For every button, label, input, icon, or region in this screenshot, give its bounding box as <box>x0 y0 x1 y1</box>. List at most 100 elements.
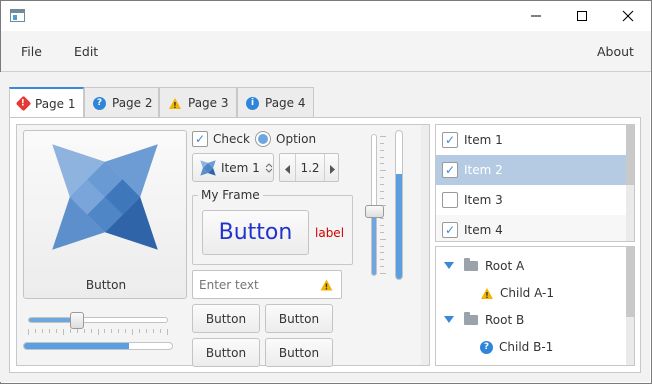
checkbox-mark: ✓ <box>192 131 208 147</box>
slider-tick <box>42 329 43 333</box>
slider-thumb[interactable] <box>70 312 84 329</box>
vslider-tick <box>380 163 384 164</box>
close-button[interactable] <box>605 1 651 31</box>
vslider-tick <box>380 218 384 219</box>
vslider-tick <box>380 266 384 267</box>
slider-tick <box>132 329 133 335</box>
vslider-tick <box>380 273 386 274</box>
vslider-tick <box>380 143 384 144</box>
option-label: Option <box>276 132 317 146</box>
list-item[interactable]: ✓ Item 4 <box>436 215 626 241</box>
check-label: Check <box>213 132 250 146</box>
tree-node-root-b[interactable]: Root B <box>444 307 524 333</box>
vslider-tick <box>380 225 384 226</box>
slider-tick <box>167 329 168 335</box>
stepper-increment[interactable] <box>330 163 336 177</box>
svg-text:!: ! <box>173 101 177 110</box>
number-stepper[interactable]: 1.2 <box>279 153 339 182</box>
vslider-tick <box>380 259 384 260</box>
text-input-field[interactable] <box>199 276 309 294</box>
slider-tick <box>49 329 50 333</box>
vertical-progress <box>395 130 403 280</box>
option-radio[interactable]: Option <box>255 130 316 148</box>
horizontal-slider[interactable] <box>28 312 168 337</box>
tab-page-4[interactable]: i Page 4 <box>237 87 314 118</box>
checkbox-mark[interactable]: ✓ <box>442 222 458 238</box>
vslider-tick <box>380 136 386 137</box>
vslider-tick <box>380 150 384 151</box>
slider-tick <box>153 329 154 333</box>
checkbox-list: ✓ Item 1 ✓ Item 2 Item 3 ✓ Item 4 <box>435 124 635 242</box>
tab-page-2[interactable]: ? Page 2 <box>84 87 159 118</box>
vslider-tick <box>380 157 384 158</box>
chevron-right-icon <box>330 165 335 174</box>
image-button-label: Button <box>85 278 127 292</box>
tab-page-1[interactable]: ! Page 1 <box>9 87 84 118</box>
minimize-button[interactable] <box>513 1 559 31</box>
progress-fill <box>24 343 129 349</box>
frame-title: My Frame <box>198 188 263 202</box>
vslider-tick <box>380 177 384 178</box>
maximize-button[interactable] <box>559 1 605 31</box>
list-scroll-thumb[interactable] <box>626 125 634 185</box>
list-item[interactable]: ✓ Item 2 <box>436 155 626 185</box>
tree-node-label: Child B-1 <box>499 340 554 354</box>
progress-bar <box>23 342 173 350</box>
tree-node-root-a[interactable]: Root A <box>444 253 524 279</box>
slider-tick <box>35 329 36 333</box>
checkbox-mark[interactable] <box>442 192 458 208</box>
frame-button-label: Button <box>218 220 293 245</box>
slider-tick <box>146 329 147 333</box>
chevron-updown-icon <box>265 162 273 173</box>
slider-tick <box>56 329 57 333</box>
grid-button-label: Button <box>205 345 247 360</box>
grid-button-4[interactable]: Button <box>265 338 333 367</box>
grid-button-2[interactable]: Button <box>265 304 333 333</box>
checkbox-mark[interactable]: ✓ <box>442 132 458 148</box>
dropdown-value: Item 1 <box>221 160 260 175</box>
vertical-slider[interactable] <box>365 134 388 276</box>
tab-label: Page 3 <box>188 96 229 110</box>
warning-icon: ! <box>481 287 493 300</box>
menu-edit[interactable]: Edit <box>74 44 98 59</box>
chevron-left-icon <box>285 165 290 174</box>
tree-scroll-thumb[interactable] <box>626 247 634 317</box>
widgets-pane-scrollbar[interactable] <box>421 125 429 365</box>
question-icon: ? <box>93 96 106 110</box>
text-input[interactable]: ! <box>192 270 342 299</box>
stepper-value[interactable]: 1.2 <box>296 161 324 175</box>
slider-tick <box>111 329 112 333</box>
checkbox-mark[interactable]: ✓ <box>442 162 458 178</box>
grid-button-3[interactable]: Button <box>192 338 260 367</box>
list-item[interactable]: Item 3 <box>436 185 626 215</box>
tree-node-label: Child A-1 <box>500 286 554 300</box>
info-icon: i <box>246 96 259 110</box>
tab-label: Page 2 <box>112 96 153 110</box>
slider-tick <box>125 329 126 333</box>
menu-about[interactable]: About <box>597 44 634 59</box>
error-icon: ! <box>15 95 32 112</box>
tree-node-child-a-1[interactable]: ! Child A-1 <box>480 280 554 306</box>
tab-page-3[interactable]: ! Page 3 <box>159 87 237 118</box>
slider-tick <box>70 329 71 333</box>
list-item-label: Item 1 <box>464 133 503 147</box>
item-dropdown[interactable]: Item 1 <box>192 153 274 182</box>
stepper-decrement[interactable] <box>285 163 291 177</box>
list-scrollbar[interactable] <box>626 125 634 241</box>
maximize-icon <box>577 11 587 21</box>
app-window-icon <box>10 9 25 22</box>
frame-big-button[interactable]: Button <box>202 210 309 255</box>
tree-node-child-b-1[interactable]: ? Child B-1 <box>480 334 553 360</box>
check-box[interactable]: ✓ Check <box>192 130 250 148</box>
grid-button-1[interactable]: Button <box>192 304 260 333</box>
close-icon <box>622 10 634 22</box>
image-button[interactable]: Button <box>23 130 187 299</box>
vslider-thumb[interactable] <box>365 205 384 218</box>
list-item[interactable]: ✓ Item 1 <box>436 125 626 155</box>
menu-file[interactable]: File <box>21 44 42 59</box>
tree-node-label: Root A <box>485 259 525 273</box>
warning-icon: ! <box>169 97 181 110</box>
radio-mark <box>255 131 271 147</box>
haxe-logo-icon <box>52 144 158 250</box>
tree-scrollbar[interactable] <box>626 247 634 365</box>
